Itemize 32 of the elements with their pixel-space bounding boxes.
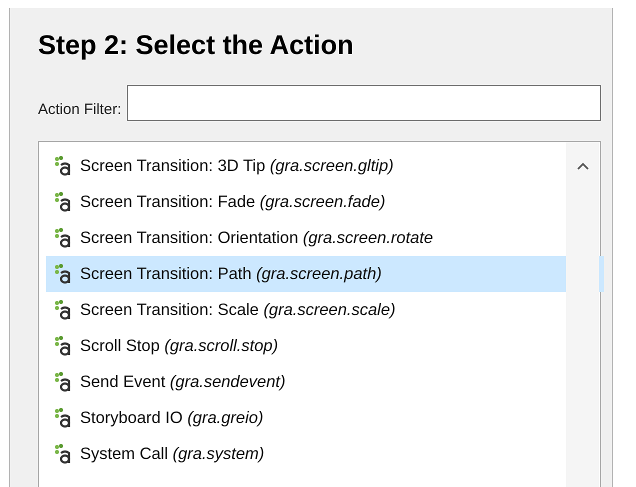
action-item[interactable]: Send Event (gra.sendevent)	[46, 364, 604, 400]
action-item[interactable]: Scroll Stop (gra.scroll.stop)	[46, 328, 604, 364]
action-label: Screen Transition: 3D Tip (gra.screen.gltip)	[80, 156, 394, 176]
sprout-icon	[54, 264, 72, 284]
scrollbar[interactable]	[566, 142, 599, 487]
sprout-icon	[54, 228, 72, 248]
action-item[interactable]: Screen Transition: 3D Tip (gra.screen.gltip)	[46, 148, 604, 184]
sprout-icon	[54, 300, 72, 320]
sprout-icon	[54, 408, 72, 428]
sprout-icon	[54, 156, 72, 176]
action-label: System Call (gra.system)	[80, 444, 264, 464]
action-label: Send Event (gra.sendevent)	[80, 372, 286, 392]
action-item[interactable]: Screen Transition: Fade (gra.screen.fade)	[46, 184, 604, 220]
scroll-up-icon[interactable]	[577, 162, 589, 170]
action-label: Screen Transition: Fade (gra.screen.fade)	[80, 192, 386, 212]
action-label: Screen Transition: Orientation (gra.screen.rotate	[80, 228, 434, 248]
sprout-icon	[54, 444, 72, 464]
sprout-icon	[54, 372, 72, 392]
step-heading: Step 2: Select the Action	[38, 30, 355, 61]
action-filter-field[interactable]	[127, 85, 601, 121]
action-item[interactable]: System Call (gra.system)	[46, 436, 604, 472]
action-label: Scroll Stop (gra.scroll.stop)	[80, 336, 278, 356]
action-item[interactable]: Screen Transition: Scale (gra.screen.scale)	[46, 292, 604, 328]
filter-label: Action Filter:	[38, 100, 122, 118]
sprout-icon	[54, 336, 72, 356]
action-label: Screen Transition: Scale (gra.screen.scale)	[80, 300, 396, 320]
action-item[interactable]: Storyboard IO (gra.greio)	[46, 400, 604, 436]
action-item[interactable]: Screen Transition: Orientation (gra.screen.rotate	[46, 220, 604, 256]
action-label: Screen Transition: Path (gra.screen.path)	[80, 264, 382, 284]
sprout-icon	[54, 192, 72, 212]
action-item[interactable]: Screen Transition: Path (gra.screen.path)	[46, 256, 604, 292]
action-label: Storyboard IO (gra.greio)	[80, 408, 264, 428]
